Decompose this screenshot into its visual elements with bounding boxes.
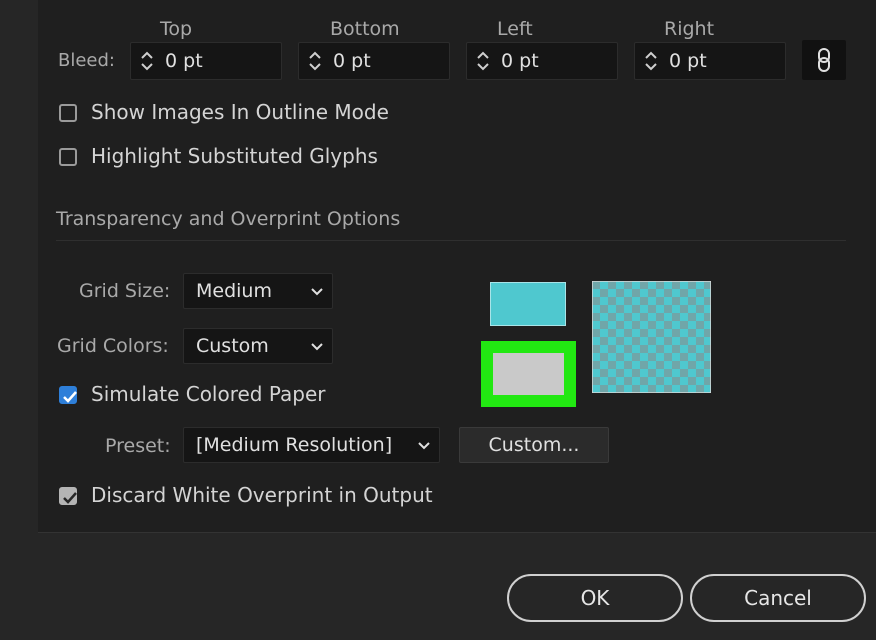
grid-colors-label: Grid Colors: [57,335,169,357]
show-images-outline-label[interactable]: Show Images In Outline Mode [91,100,389,124]
bleed-right-field[interactable]: 0 pt [634,42,786,80]
section-title: Transparency and Overprint Options [56,208,401,230]
preset-select[interactable]: [Medium Resolution] [183,427,440,463]
grid-size-label: Grid Size: [79,280,171,302]
grid-color-swatch[interactable] [490,282,566,326]
spinner-arrows-icon[interactable] [643,49,659,73]
ok-button[interactable]: OK [507,574,683,622]
chain-link-icon [818,48,830,72]
link-bleed-button[interactable] [802,40,846,80]
section-divider [56,240,846,241]
spinner-arrows-icon[interactable] [139,49,155,73]
bleed-bottom-value: 0 pt [333,50,371,72]
chevron-down-icon [311,343,323,351]
discard-white-checkbox[interactable] [59,487,77,505]
chevron-down-icon [418,442,430,450]
grid-size-value: Medium [196,280,272,302]
checkmark-icon [63,492,77,504]
bleed-top-field[interactable]: 0 pt [130,42,282,80]
paper-color-fill [493,353,564,395]
bleed-left-value: 0 pt [501,50,539,72]
show-images-outline-checkbox[interactable] [59,104,77,122]
checkmark-icon [63,391,77,403]
highlight-glyphs-label[interactable]: Highlight Substituted Glyphs [91,144,378,168]
checkerboard-preview [592,281,711,393]
discard-white-label[interactable]: Discard White Overprint in Output [91,483,433,507]
chevron-down-icon [311,288,323,296]
bleed-right-header: Right [664,18,715,40]
bleed-left-field[interactable]: 0 pt [466,42,618,80]
grid-colors-value: Custom [196,335,269,357]
custom-button[interactable]: Custom... [459,427,609,463]
paper-color-swatch[interactable] [481,341,576,407]
preset-value: [Medium Resolution] [196,434,393,456]
cancel-button[interactable]: Cancel [690,574,866,622]
bleed-label: Bleed: [58,50,115,71]
bleed-left-header: Left [497,18,533,40]
simulate-paper-checkbox[interactable] [59,386,77,404]
bleed-top-value: 0 pt [165,50,203,72]
spinner-arrows-icon[interactable] [475,49,491,73]
bleed-bottom-header: Bottom [330,18,400,40]
grid-size-select[interactable]: Medium [183,273,333,309]
preset-label: Preset: [105,435,171,457]
bleed-bottom-field[interactable]: 0 pt [298,42,450,80]
spinner-arrows-icon[interactable] [307,49,323,73]
grid-colors-select[interactable]: Custom [183,328,333,364]
bleed-top-header: Top [160,18,193,40]
bleed-right-value: 0 pt [669,50,707,72]
simulate-paper-label[interactable]: Simulate Colored Paper [91,382,326,406]
highlight-glyphs-checkbox[interactable] [59,148,77,166]
